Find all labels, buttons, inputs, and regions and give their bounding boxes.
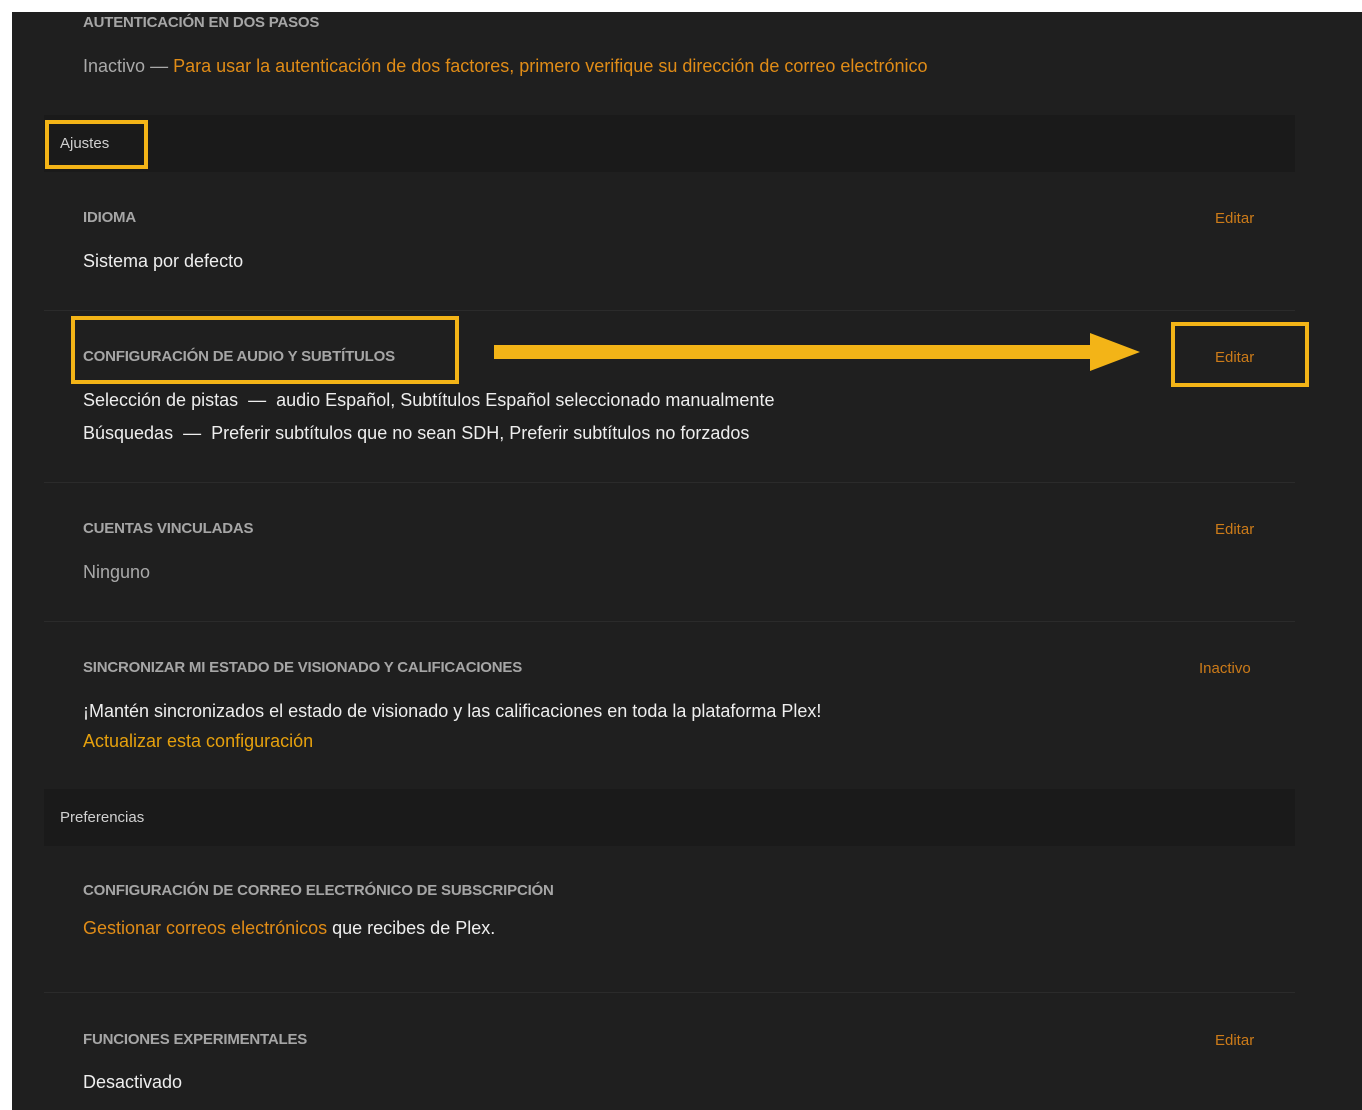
highlight-box-edit	[1171, 322, 1309, 387]
highlight-box-audio-title	[71, 316, 459, 384]
two-factor-status: Inactivo	[83, 56, 146, 76]
arrow-shaft	[494, 345, 1099, 359]
divider	[44, 992, 1295, 993]
track-selection-separator: —	[248, 390, 267, 410]
track-selection-label: Selección de pistas	[83, 390, 239, 410]
search-preferences-line: Búsquedas — Preferir subtítulos que no s…	[83, 423, 749, 444]
subscription-email-line: Gestionar correos electrónicos que recib…	[83, 918, 495, 939]
search-preferences-value: Preferir subtítulos que no sean SDH, Pre…	[211, 423, 750, 443]
manage-emails-link[interactable]: Gestionar correos electrónicos	[83, 918, 327, 938]
sync-status-button[interactable]: Inactivo	[1199, 660, 1251, 677]
two-factor-title: AUTENTICACIÓN EN DOS PASOS	[83, 14, 320, 31]
search-preferences-label: Búsquedas	[83, 423, 174, 443]
divider	[44, 310, 1295, 311]
sync-description: ¡Mantén sincronizados el estado de visio…	[83, 701, 822, 721]
sync-title: SINCRONIZAR MI ESTADO DE VISIONADO Y CAL…	[83, 659, 523, 676]
linked-accounts-value: Ninguno	[83, 562, 151, 582]
experimental-edit-button[interactable]: Editar	[1215, 1032, 1254, 1049]
account-settings-panel: AUTENTICACIÓN EN DOS PASOS Inactivo — Pa…	[12, 12, 1362, 1110]
language-edit-button[interactable]: Editar	[1215, 210, 1254, 227]
search-preferences-separator: —	[183, 423, 202, 443]
subscription-email-suffix: que recibes de Plex.	[332, 918, 496, 938]
subscription-email-title: CONFIGURACIÓN DE CORREO ELECTRÓNICO DE S…	[83, 882, 554, 899]
divider	[44, 482, 1295, 483]
divider	[44, 621, 1295, 622]
section-label-preferencias: Preferencias	[60, 809, 145, 826]
arrow-right-icon	[1090, 333, 1140, 371]
sync-update-link[interactable]: Actualizar esta configuración	[83, 731, 313, 752]
experimental-title: FUNCIONES EXPERIMENTALES	[83, 1031, 308, 1048]
language-title: IDIOMA	[83, 209, 136, 226]
two-factor-status-line: Inactivo — Para usar la autenticación de…	[83, 56, 927, 77]
linked-accounts-title: CUENTAS VINCULADAS	[83, 520, 254, 537]
track-selection-value: audio Español, Subtítulos Español selecc…	[276, 390, 775, 410]
two-factor-separator: —	[150, 56, 169, 76]
section-header-ajustes: Ajustes	[44, 115, 1295, 172]
section-header-preferencias: Preferencias	[44, 789, 1295, 846]
track-selection-line: Selección de pistas — audio Español, Sub…	[83, 390, 774, 411]
two-factor-verify-link[interactable]: Para usar la autenticación de dos factor…	[173, 56, 927, 76]
linked-accounts-edit-button[interactable]: Editar	[1215, 521, 1254, 538]
language-value: Sistema por defecto	[83, 251, 244, 271]
highlight-box-ajustes	[45, 120, 148, 169]
experimental-value: Desactivado	[83, 1072, 183, 1092]
